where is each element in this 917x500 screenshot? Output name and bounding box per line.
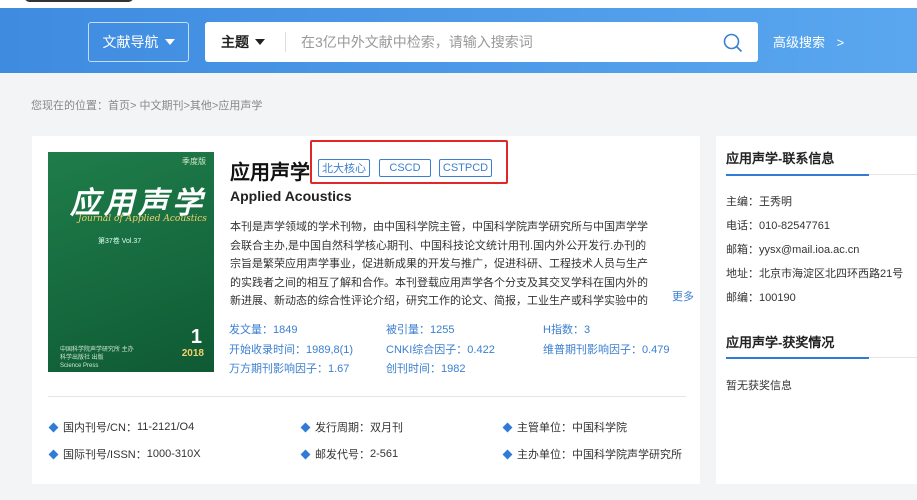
topic-dropdown[interactable]: 主题	[221, 22, 265, 62]
top-logo-fragment	[24, 0, 134, 2]
stat-cnki-factor: CNKI综合因子：0.422	[386, 344, 495, 356]
contact-postcode: 邮编：100190	[726, 292, 796, 304]
contact-editor: 主编：王秀明	[726, 196, 792, 208]
diamond-icon	[502, 422, 513, 432]
topic-label: 主题	[221, 34, 249, 50]
stat-start-year: 开始收录时间：1989,8(1)	[229, 344, 354, 356]
top-strip	[0, 0, 917, 8]
journal-english-title: Applied Acoustics	[230, 188, 352, 204]
info-issn: 国际刊号/ISSN： 1000-310X	[48, 446, 201, 462]
sidebar: 应用声学-联系信息 主编：王秀明 电话：010-82547761 邮箱：yysx…	[716, 136, 917, 484]
info-frequency: 发行周期： 双月刊	[300, 419, 403, 435]
diamond-icon	[48, 422, 59, 432]
contact-email[interactable]: 邮箱：yysx@mail.ioa.ac.cn	[726, 241, 859, 257]
cover-year: 2018	[181, 348, 204, 359]
caret-down-icon	[164, 38, 175, 45]
more-link[interactable]: 更多	[672, 288, 694, 304]
awards-title: 应用声学-获奖情况	[726, 335, 835, 350]
stat-articles: 发文量：1849	[229, 324, 298, 336]
stat-citations: 被引量：1255	[386, 324, 455, 336]
cover-subtitle: Journal of Applied Acoustics	[78, 214, 207, 224]
stat-vip-factor: 维普期刊影响因子：0.479	[543, 344, 670, 356]
search-input[interactable]	[301, 32, 701, 52]
caret-down-icon	[255, 38, 265, 45]
literature-nav-button[interactable]: 文献导航	[88, 22, 189, 62]
cover-volume: 第37卷 Vol.37	[98, 238, 142, 245]
stat-h-index: H指数：3	[543, 324, 591, 336]
journal-card: 季度版 应用声学 Journal of Applied Acoustics 第3…	[32, 136, 700, 484]
cover-tag: 季度版	[182, 157, 206, 166]
awards-title-rule	[869, 357, 917, 358]
breadcrumb: 您现在的位置：首页> 中文期刊>其他>应用声学	[31, 100, 263, 112]
journal-cover[interactable]: 季度版 应用声学 Journal of Applied Acoustics 第3…	[48, 152, 214, 372]
cover-publisher: 中国科学院声学研究所 主办 科学出版社 出版 Science Press	[60, 347, 134, 369]
chevron-right-icon: >	[836, 35, 845, 50]
highlight-box	[310, 140, 508, 184]
info-supervisor: 主管单位： 中国科学院	[502, 419, 627, 435]
diamond-icon	[300, 449, 311, 459]
advanced-search-link[interactable]: 高级搜索 >	[773, 32, 844, 51]
journal-title: 应用声学	[230, 162, 310, 184]
stat-founded: 创刊时间：1982	[386, 363, 466, 375]
diamond-icon	[502, 449, 513, 459]
awards-title-underline	[726, 357, 869, 359]
awards-text: 暂无获奖信息	[726, 380, 792, 392]
contact-title-underline	[726, 174, 869, 176]
advanced-search-label: 高级搜索	[773, 35, 826, 50]
info-cn: 国内刊号/CN： 11-2121/O4	[48, 419, 194, 435]
search-box: 主题	[205, 22, 758, 62]
diamond-icon	[48, 449, 59, 459]
contact-address: 地址：北京市海淀区北四环西路21号	[726, 268, 904, 280]
search-divider	[285, 32, 286, 52]
cover-issue: 1	[190, 326, 202, 348]
stat-wanfang-factor: 万方期刊影响因子：1.67	[229, 363, 350, 375]
divider-line	[48, 396, 686, 397]
journal-description: 本刊是声学领域的学术刊物，由中国科学院主管，中国科学院声学研究所与中国声学学会联…	[230, 221, 648, 307]
info-postal-code: 邮发代号： 2-561	[300, 446, 398, 462]
info-sponsor: 主办单位： 中国科学院声学研究所	[502, 446, 682, 462]
contact-title: 应用声学-联系信息	[726, 151, 835, 166]
contact-phone: 电话：010-82547761	[726, 220, 830, 232]
diamond-icon	[300, 422, 311, 432]
nav-button-label: 文献导航	[102, 34, 159, 50]
search-icon[interactable]	[723, 33, 743, 53]
contact-title-rule	[869, 174, 917, 175]
